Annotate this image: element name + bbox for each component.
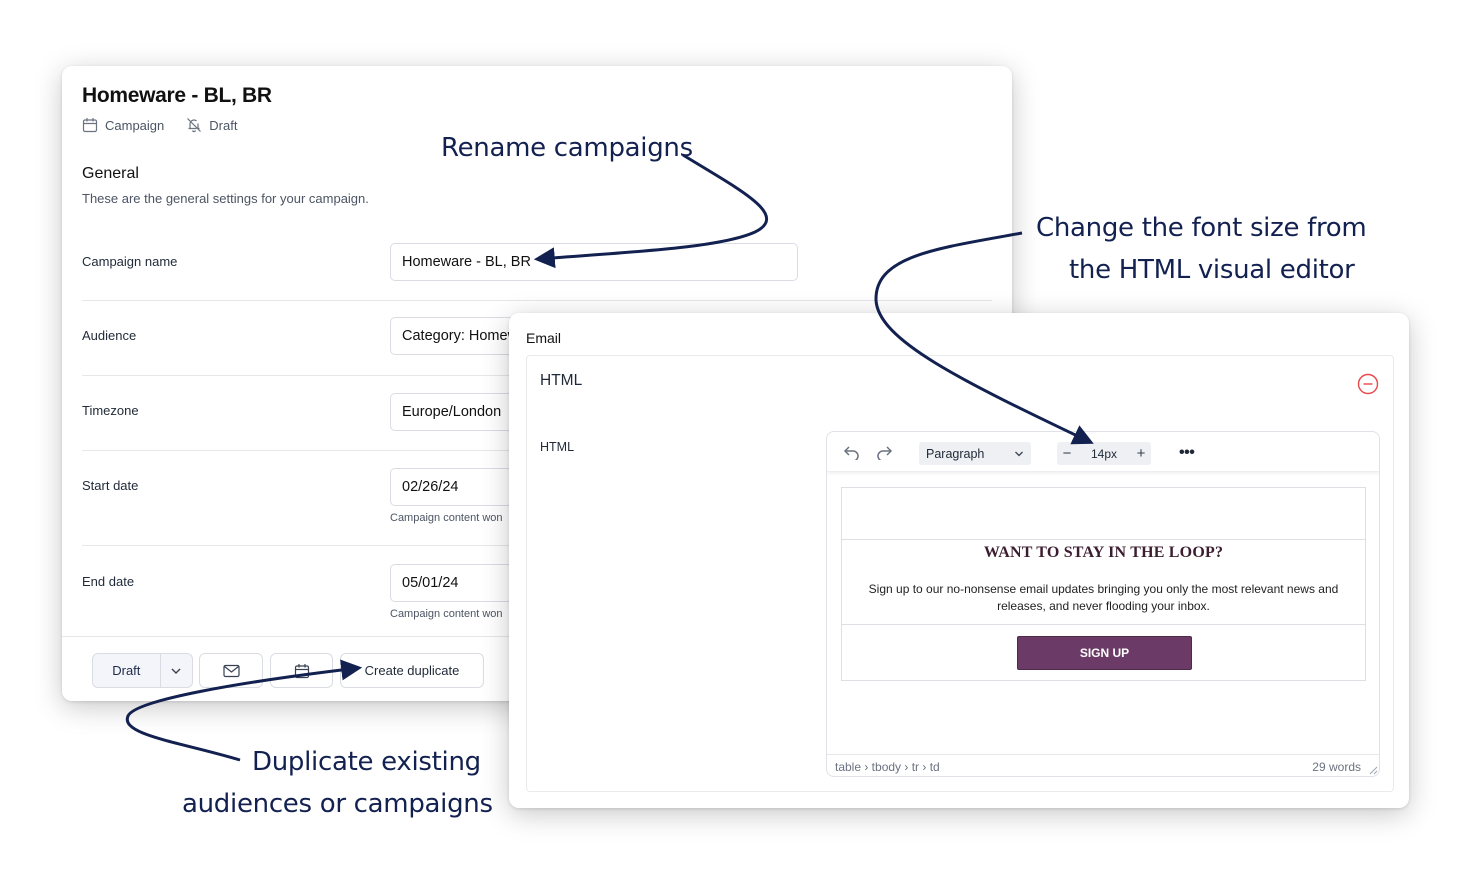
font-size-arrow (874, 231, 1094, 445)
callout-arrows (125, 153, 1094, 762)
rename-arrow (533, 153, 769, 269)
duplicate-arrow (125, 659, 363, 762)
